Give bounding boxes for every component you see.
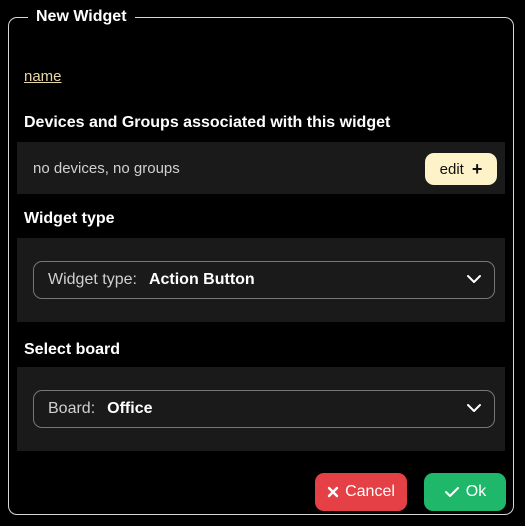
widget-type-value: Action Button [148, 271, 255, 288]
chevron-down-icon [467, 404, 481, 412]
close-icon [327, 486, 339, 498]
chevron-down-icon [467, 275, 481, 283]
cancel-label: Cancel [345, 483, 395, 500]
board-prefix: Board: [48, 400, 96, 417]
devices-heading: Devices and Groups associated with this … [24, 114, 391, 131]
board-value: Office [107, 400, 153, 417]
plus-icon: + [471, 159, 483, 179]
cancel-button[interactable]: Cancel [315, 473, 407, 511]
board-select[interactable]: Board: Office [33, 390, 495, 428]
widget-type-panel: Widget type: Action Button [17, 238, 505, 322]
check-icon [444, 487, 459, 497]
widget-type-heading: Widget type [24, 210, 115, 227]
edit-button-label: edit [439, 160, 464, 178]
widget-name-link[interactable]: name [24, 68, 62, 85]
devices-summary: no devices, no groups [33, 160, 180, 177]
widget-type-prefix: Widget type: [48, 271, 137, 288]
ok-button[interactable]: Ok [424, 473, 506, 511]
board-panel: Board: Office [17, 367, 505, 451]
new-widget-dialog: New Widget name Devices and Groups assoc… [8, 7, 514, 515]
ok-label: Ok [465, 483, 487, 500]
edit-devices-button[interactable]: edit + [425, 153, 497, 185]
dialog-title: New Widget [28, 7, 135, 27]
widget-type-select[interactable]: Widget type: Action Button [33, 261, 495, 299]
devices-panel: no devices, no groups edit + [17, 142, 505, 194]
board-heading: Select board [24, 341, 121, 358]
